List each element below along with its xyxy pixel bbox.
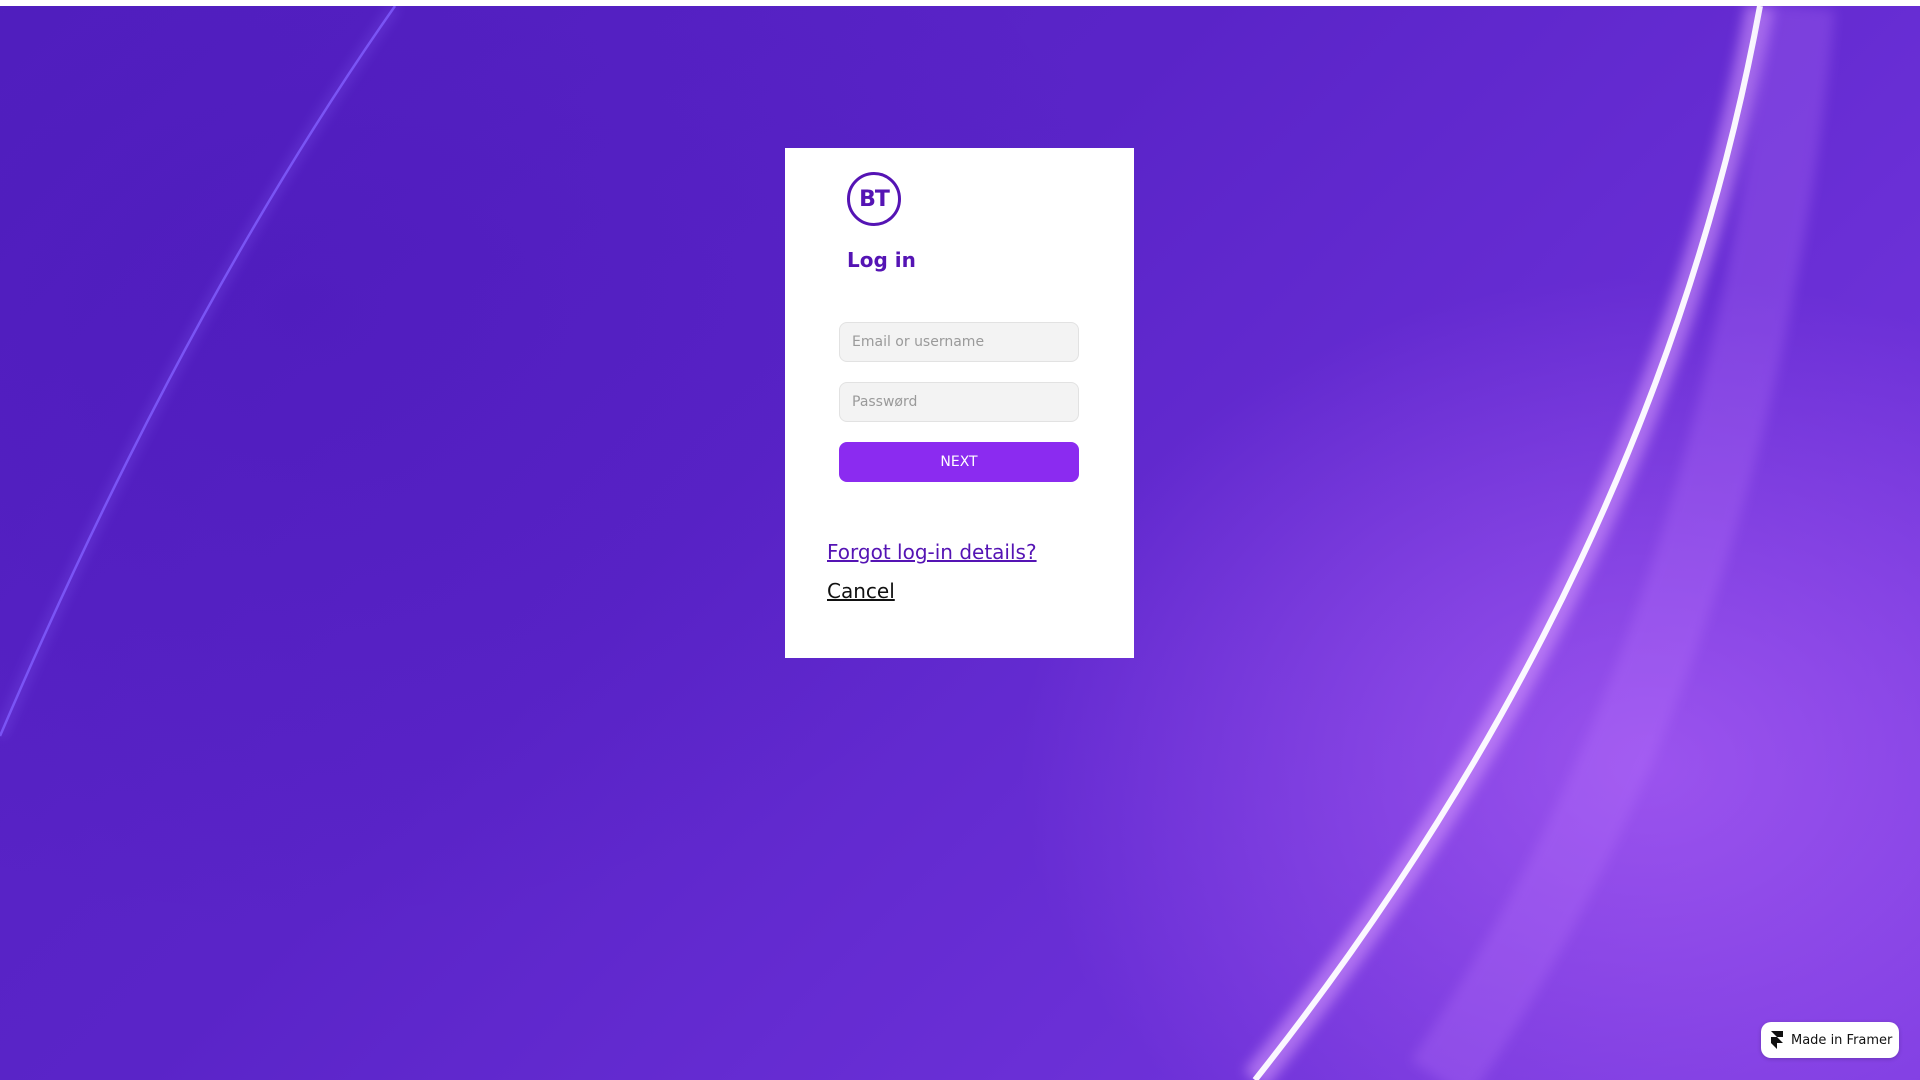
password-field[interactable] bbox=[839, 382, 1079, 422]
forgot-login-link[interactable]: Forgot log-in details? bbox=[827, 540, 1037, 564]
badge-label: Made in Framer bbox=[1791, 1032, 1893, 1048]
bt-logo: BT bbox=[847, 172, 901, 226]
bt-logo-text: BT bbox=[859, 186, 890, 212]
framer-icon bbox=[1771, 1031, 1783, 1049]
cancel-link[interactable]: Cancel bbox=[827, 579, 895, 603]
page-title: Log in bbox=[847, 248, 916, 272]
email-field[interactable] bbox=[839, 322, 1079, 362]
next-button[interactable]: NEXT bbox=[839, 442, 1079, 482]
made-in-framer-badge[interactable]: Made in Framer bbox=[1761, 1022, 1899, 1058]
login-card: BT Log in NEXT Forgot log-in details? Ca… bbox=[785, 148, 1134, 658]
